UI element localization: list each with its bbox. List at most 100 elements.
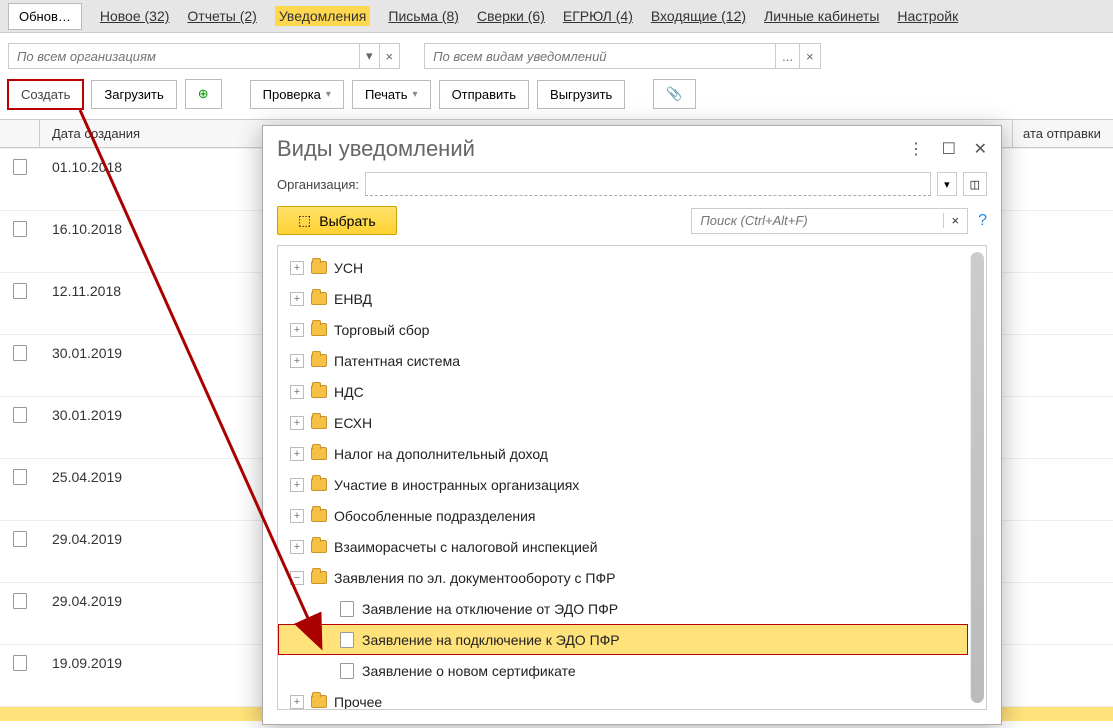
tree[interactable]: + УСН + ЕНВД + Торговый сбор + Патентная систем… — [278, 246, 968, 709]
dropdown-button[interactable]: ▾ — [937, 172, 957, 196]
clear-icon[interactable]: × — [379, 44, 400, 68]
expand-icon[interactable]: − — [290, 571, 304, 585]
date-cell: 25.04.2019 — [40, 469, 240, 485]
export-button[interactable]: Выгрузить — [537, 80, 625, 109]
tree-folder[interactable]: + УСН — [278, 252, 968, 283]
pointer-icon: ⬚ — [298, 212, 311, 229]
folder-icon — [311, 354, 327, 367]
folder-icon — [311, 571, 327, 584]
open-button[interactable]: ◫ — [963, 172, 987, 196]
expand-icon[interactable]: + — [290, 292, 304, 306]
tree-label: ЕСХН — [334, 415, 372, 431]
expand-icon[interactable]: + — [290, 323, 304, 337]
expand-icon[interactable]: + — [290, 540, 304, 554]
document-icon — [13, 407, 27, 423]
org-label: Организация: — [277, 177, 359, 192]
tree-folder[interactable]: + Налог на дополнительный доход — [278, 438, 968, 469]
tree-folder[interactable]: +Участие в иностранных организациях — [278, 469, 968, 500]
tree-folder[interactable]: −Заявления по эл. документообороту с ПФР — [278, 562, 968, 593]
tree-folder[interactable]: +Обособленные подразделения — [278, 500, 968, 531]
nav-link-reports[interactable]: Отчеты (2) — [187, 8, 256, 24]
tree-label: Торговый сбор — [334, 322, 429, 338]
expand-icon[interactable]: + — [290, 478, 304, 492]
tree-label: ЕНВД — [334, 291, 372, 307]
chevron-down-icon: ▾ — [326, 89, 331, 100]
column-header-send-date[interactable]: ата отправки — [1013, 120, 1113, 147]
tree-label: НДС — [334, 384, 364, 400]
date-cell: 30.01.2019 — [40, 407, 240, 423]
add-file-button[interactable]: ⊕ — [185, 79, 222, 109]
date-cell: 19.09.2019 — [40, 655, 240, 671]
tree-folder[interactable]: +Взаиморасчеты с налоговой инспекцией — [278, 531, 968, 562]
document-icon — [340, 632, 354, 648]
add-file-icon: ⊕ — [198, 86, 209, 102]
document-icon — [13, 283, 27, 299]
tree-folder[interactable]: + ЕСХН — [278, 407, 968, 438]
send-button[interactable]: Отправить — [439, 80, 529, 109]
print-button[interactable]: Печать▾ — [352, 80, 431, 109]
clear-icon[interactable]: × — [943, 213, 968, 228]
filters-bar: ▾ × ... × — [0, 33, 1113, 73]
close-icon[interactable]: ✕ — [974, 141, 987, 158]
nav-link-inbox[interactable]: Входящие (12) — [651, 8, 746, 24]
expand-icon[interactable]: + — [290, 354, 304, 368]
help-icon[interactable]: ? — [978, 212, 987, 230]
document-icon — [13, 531, 27, 547]
date-cell: 12.11.2018 — [40, 283, 240, 299]
chevron-down-icon: ▾ — [413, 89, 418, 100]
load-button[interactable]: Загрузить — [91, 80, 176, 109]
nav-link-settings[interactable]: Настройк — [897, 8, 958, 24]
expand-icon[interactable]: + — [290, 509, 304, 523]
org-filter[interactable]: ▾ × — [8, 43, 400, 69]
folder-icon — [311, 695, 327, 708]
attach-button[interactable]: 📎 — [653, 79, 695, 109]
tree-folder[interactable]: + Торговый сбор — [278, 314, 968, 345]
expand-icon[interactable]: + — [290, 695, 304, 709]
document-icon — [13, 345, 27, 361]
date-cell: 30.01.2019 — [40, 345, 240, 361]
nav-link-cabinets[interactable]: Личные кабинеты — [764, 8, 879, 24]
date-cell: 16.10.2018 — [40, 221, 240, 237]
document-icon — [13, 221, 27, 237]
ellipsis-icon[interactable]: ... — [775, 44, 799, 68]
search-box[interactable]: × — [691, 208, 968, 234]
create-button[interactable]: Создать — [8, 80, 83, 109]
chevron-down-icon[interactable]: ▾ — [359, 44, 379, 68]
nav-link-reconciliations[interactable]: Сверки (6) — [477, 8, 545, 24]
tree-label: Налог на дополнительный доход — [334, 446, 548, 462]
nav-link-notifications[interactable]: Уведомления — [275, 6, 371, 26]
org-filter-input[interactable] — [9, 44, 359, 68]
maximize-icon[interactable]: ☐ — [942, 141, 956, 158]
tree-folder[interactable]: + Патентная система — [278, 345, 968, 376]
folder-icon — [311, 292, 327, 305]
kind-filter-input[interactable] — [425, 44, 775, 68]
tree-folder[interactable]: + ЕНВД — [278, 283, 968, 314]
clear-icon[interactable]: × — [799, 44, 820, 68]
expand-icon[interactable]: + — [290, 416, 304, 430]
org-field[interactable] — [365, 172, 931, 196]
folder-icon — [311, 540, 327, 553]
check-button[interactable]: Проверка▾ — [250, 80, 344, 109]
folder-icon — [311, 447, 327, 460]
scrollbar[interactable] — [970, 252, 984, 703]
nav-link-new[interactable]: Новое (32) — [100, 8, 170, 24]
search-input[interactable] — [692, 213, 942, 228]
folder-icon — [311, 478, 327, 491]
tree-leaf[interactable]: Заявление на отключение от ЭДО ПФР — [278, 593, 968, 624]
menu-icon[interactable]: ⋮ — [908, 141, 924, 158]
select-button[interactable]: ⬚ Выбрать — [277, 206, 397, 235]
tree-folder[interactable]: + НДС — [278, 376, 968, 407]
document-icon — [13, 469, 27, 485]
tree-leaf[interactable]: Заявление на подключение к ЭДО ПФР — [278, 624, 968, 655]
kind-filter[interactable]: ... × — [424, 43, 820, 69]
expand-icon[interactable]: + — [290, 261, 304, 275]
tree-leaf[interactable]: Заявление о новом сертификате — [278, 655, 968, 686]
nav-link-egrul[interactable]: ЕГРЮЛ (4) — [563, 8, 633, 24]
nav-link-letters[interactable]: Письма (8) — [388, 8, 459, 24]
expand-icon[interactable]: + — [290, 447, 304, 461]
tree-label: УСН — [334, 260, 363, 276]
tree-label: Патентная система — [334, 353, 460, 369]
tree-folder[interactable]: +Прочее — [278, 686, 968, 709]
refresh-button[interactable]: Обнов… — [8, 3, 82, 30]
expand-icon[interactable]: + — [290, 385, 304, 399]
